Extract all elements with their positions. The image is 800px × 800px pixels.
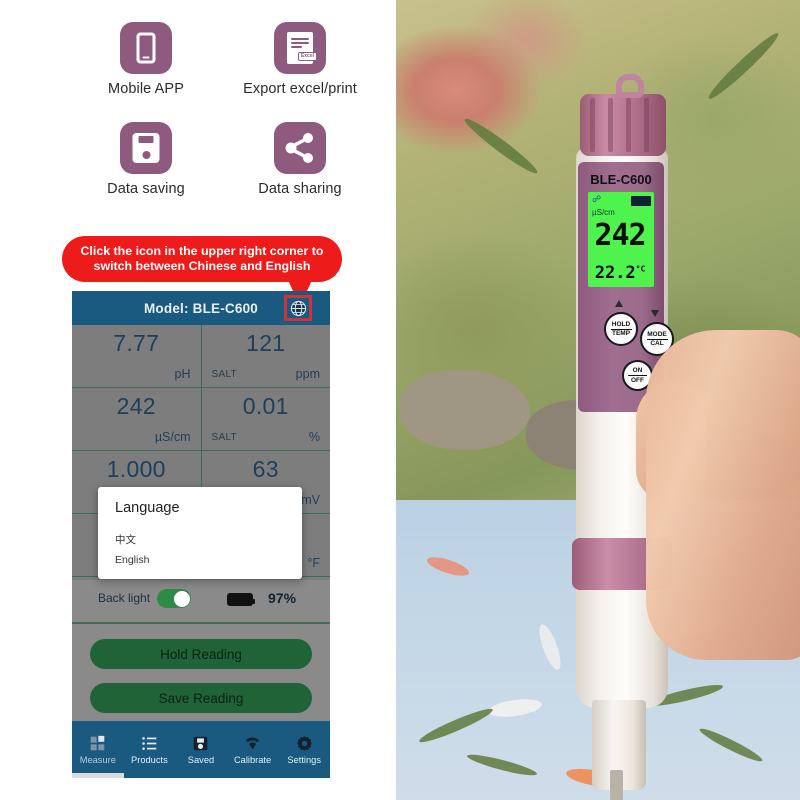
callout-text: Click the icon in the upper right corner…	[80, 244, 324, 273]
device-probe	[610, 770, 623, 800]
reading-cell-conductivity[interactable]: 242 µS/cm	[72, 388, 202, 451]
nav-label: Products	[131, 754, 168, 765]
hold-reading-button[interactable]: Hold Reading	[90, 639, 312, 669]
nav-item-settings[interactable]: Settings	[278, 721, 330, 778]
screenshot-root: Mobile APP Excel Export excel/print Data…	[0, 0, 800, 800]
reading-unit: µS/cm	[154, 430, 191, 444]
share-icon	[274, 122, 326, 174]
globe-icon	[290, 300, 306, 316]
feature-label: Data saving	[107, 181, 185, 197]
instruction-callout: Click the icon in the upper right corner…	[62, 236, 342, 282]
reading-value: 121	[246, 330, 286, 356]
section-divider	[72, 622, 330, 624]
nav-item-products[interactable]: Products	[124, 721, 176, 778]
reading-cell-ph[interactable]: 7.77 pH	[72, 325, 202, 388]
button-bottom-label: OFF	[631, 376, 644, 384]
language-globe-button[interactable]	[284, 295, 312, 321]
gear-icon	[296, 735, 312, 751]
excel-document-icon: Excel	[274, 22, 326, 74]
page-title: Model: BLE-C600	[143, 300, 258, 316]
battery-icon	[631, 196, 651, 206]
backlight-row: Back light 97%	[72, 580, 330, 620]
feature-data-sharing[interactable]: Data sharing	[210, 122, 390, 197]
reading-value: 242	[116, 393, 156, 419]
language-option-english[interactable]: English	[115, 554, 149, 566]
product-photo: BLE-C600 ☍ µS/cm 242 22.2°C HOLD TEMP MO…	[396, 0, 800, 800]
nav-item-calibrate[interactable]: Calibrate	[227, 721, 279, 778]
app-header-bar: Model: BLE-C600	[72, 291, 330, 325]
excel-tag-label: Excel	[297, 52, 317, 61]
lcd-temp-number: 22.2	[594, 263, 636, 283]
down-arrow-icon	[651, 310, 659, 317]
battery-icon	[227, 593, 255, 606]
feature-label: Export excel/print	[243, 81, 357, 97]
nav-label: Calibrate	[233, 754, 272, 765]
reading-prefix: SALT	[211, 369, 237, 380]
battery-percent: 97%	[268, 590, 297, 606]
device-hold-temp-button[interactable]: HOLD TEMP	[604, 312, 638, 346]
up-arrow-icon	[615, 300, 623, 307]
phone-app-screen: Model: BLE-C600 7.77 pH 121 SALT ppm 242…	[72, 291, 330, 778]
lcd-unit-label: µS/cm	[592, 208, 615, 217]
bottom-navigation-bar: Measure Products Saved Calibrate Setting…	[72, 721, 330, 778]
language-dialog-title: Language	[115, 500, 180, 516]
reading-unit: ppm	[295, 367, 320, 381]
rock	[400, 370, 530, 450]
floppy-disk-icon	[120, 122, 172, 174]
reading-cell-salt-ppm[interactable]: 121 SALT ppm	[201, 325, 330, 388]
feature-label: Mobile APP	[108, 81, 184, 97]
reading-prefix: SALT	[211, 432, 237, 443]
nav-item-saved[interactable]: Saved	[175, 721, 227, 778]
reading-row: 7.77 pH 121 SALT ppm	[72, 325, 330, 388]
reading-cell-salt-percent[interactable]: 0.01 SALT %	[201, 388, 330, 451]
reading-unit: %	[308, 430, 320, 444]
active-tab-indicator	[72, 773, 124, 778]
feature-export-excel[interactable]: Excel Export excel/print	[210, 22, 390, 97]
bluetooth-icon: ☍	[592, 194, 602, 204]
nav-label: Saved	[187, 754, 215, 765]
reading-unit: pH	[174, 367, 191, 381]
language-dialog: Language 中文 English	[98, 487, 302, 579]
button-bottom-label: CAL	[650, 340, 664, 347]
lcd-temp-unit: °C	[635, 264, 646, 274]
nav-item-measure[interactable]: Measure	[72, 721, 124, 778]
reading-unit: °F	[307, 556, 320, 570]
device-lanyard-loop	[616, 74, 644, 98]
reading-unit: mV	[301, 493, 320, 507]
lcd-temp-value: 22.2°C	[588, 263, 652, 283]
nav-label: Settings	[287, 754, 321, 765]
save-reading-label: Save Reading	[158, 690, 244, 706]
reading-row: 242 µS/cm 0.01 SALT %	[72, 388, 330, 451]
hold-reading-label: Hold Reading	[160, 646, 242, 662]
reading-value: 1.000	[106, 456, 166, 482]
backlight-label: Back light	[98, 591, 151, 605]
language-option-chinese[interactable]: 中文	[115, 532, 136, 547]
left-info-panel: Mobile APP Excel Export excel/print Data…	[0, 0, 396, 800]
hand-holding-device	[646, 330, 800, 660]
reading-value: 63	[252, 456, 279, 482]
list-icon	[142, 736, 157, 750]
nav-label: Measure	[79, 754, 116, 765]
button-top-label: MODE	[647, 330, 667, 338]
backlight-toggle[interactable]	[157, 589, 191, 608]
save-reading-button[interactable]: Save Reading	[90, 683, 312, 713]
lcd-main-value: 242	[594, 218, 646, 253]
signal-wifi-icon	[245, 737, 260, 749]
feature-icon-grid: Mobile APP Excel Export excel/print Data…	[60, 22, 390, 222]
device-cap	[580, 94, 666, 156]
device-model-label: BLE-C600	[590, 172, 652, 187]
floppy-disk-icon	[194, 736, 208, 750]
button-top-label: ON	[632, 367, 643, 374]
feature-data-saving[interactable]: Data saving	[76, 122, 216, 197]
phone-icon	[120, 22, 172, 74]
reading-value: 0.01	[242, 393, 289, 419]
grid-measure-icon	[90, 735, 105, 750]
button-top-label: HOLD	[611, 320, 631, 328]
reading-value: 7.77	[113, 330, 160, 356]
feature-label: Data sharing	[258, 181, 342, 197]
feature-mobile-app[interactable]: Mobile APP	[76, 22, 216, 97]
button-bottom-label: TEMP	[611, 330, 631, 337]
device-lcd-screen: ☍ µS/cm 242 22.2°C	[588, 192, 654, 287]
